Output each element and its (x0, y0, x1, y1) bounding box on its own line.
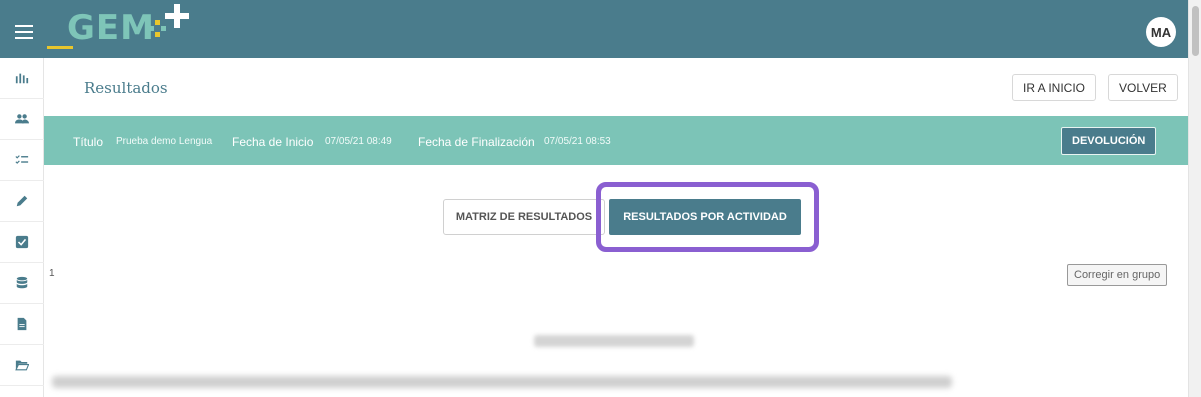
sidebar-item-edit[interactable] (0, 181, 44, 222)
sidebar-item-users[interactable] (0, 99, 44, 140)
sidebar (0, 58, 44, 397)
sidebar-item-checklist[interactable] (0, 140, 44, 181)
sidebar-item-folders[interactable] (0, 345, 44, 386)
group-correct-button[interactable]: Corregir en grupo (1067, 264, 1168, 286)
sidebar-item-stats[interactable] (0, 58, 44, 99)
scrollbar[interactable] (1188, 0, 1201, 397)
tab-results-matrix[interactable]: MATRIZ DE RESULTADOS (443, 199, 605, 235)
logo: GEM (47, 2, 197, 50)
sidebar-item-database[interactable] (0, 263, 44, 304)
page-title: Resultados (84, 79, 168, 97)
blurred-activity-title (492, 291, 732, 329)
start-date-value: 07/05/21 08:49 (325, 136, 392, 147)
item-number: 1 (49, 268, 55, 279)
checklist-icon (15, 155, 29, 164)
page-header: Resultados IR A INICIO VOLVER (44, 58, 1188, 116)
checkbox-icon (15, 235, 29, 249)
database-icon (16, 276, 28, 289)
back-button[interactable]: VOLVER (1108, 74, 1178, 101)
stats-icon (15, 73, 29, 84)
document-icon (17, 317, 27, 331)
sidebar-item-tasks[interactable] (0, 222, 44, 263)
avatar[interactable]: MA (1146, 17, 1176, 47)
return-button[interactable]: DEVOLUCIÓN (1061, 127, 1157, 155)
results-content: MATRIZ DE RESULTADOS RESULTADOS POR ACTI… (44, 165, 1188, 397)
title-label: Título (73, 135, 104, 149)
pencil-icon (16, 195, 28, 207)
top-app-bar: GEM MA (0, 0, 1188, 58)
exam-info-bar: Título Prueba demo Lengua Fecha de Inici… (44, 116, 1188, 165)
highlight-box (596, 182, 819, 252)
title-value: Prueba demo Lengua (116, 136, 213, 147)
end-date-value: 07/05/21 08:53 (544, 136, 611, 147)
menu-icon[interactable] (15, 25, 33, 39)
blurred-subtitle (534, 335, 694, 347)
go-home-button[interactable]: IR A INICIO (1012, 74, 1097, 101)
users-icon (15, 114, 29, 124)
folder-open-icon (15, 360, 29, 371)
start-date-label: Fecha de Inicio (232, 135, 314, 149)
sidebar-item-documents[interactable] (0, 304, 44, 345)
end-date-label: Fecha de Finalización (418, 135, 535, 149)
blurred-text-line (52, 376, 952, 388)
scrollbar-thumb[interactable] (1192, 6, 1199, 56)
